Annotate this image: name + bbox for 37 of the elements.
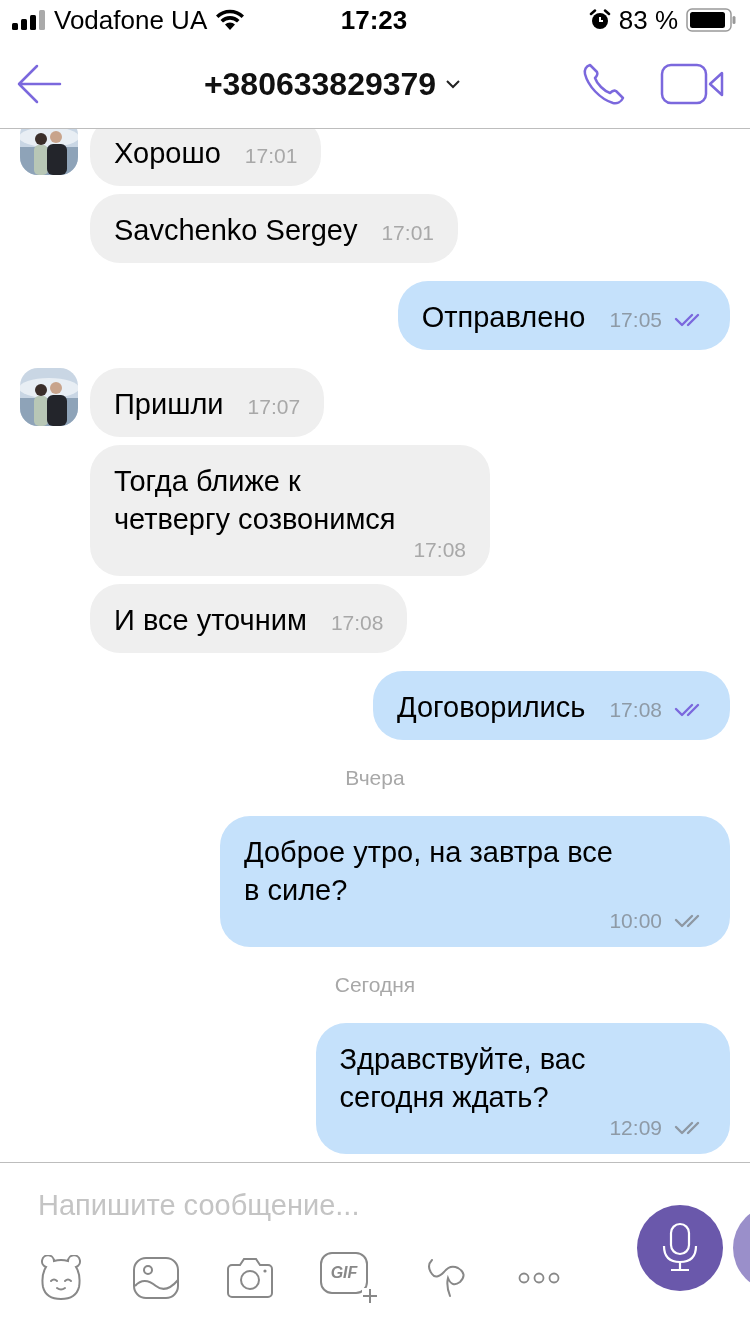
battery-percent: 83 %	[618, 4, 678, 36]
signal-icon	[12, 10, 46, 30]
message-time: 17:08	[330, 611, 384, 635]
message-text: Пришли	[114, 387, 224, 422]
message-text: Договорились	[397, 690, 586, 725]
phone-icon[interactable]	[582, 62, 626, 106]
wifi-icon	[215, 9, 246, 31]
microphone-icon	[660, 1222, 700, 1274]
message-text: Тогда ближе к четвергу созвонимся	[114, 464, 397, 537]
message-time: 17:08	[609, 698, 662, 722]
date-separator: Сегодня	[334, 973, 416, 997]
image-icon[interactable]	[132, 1256, 180, 1300]
battery-icon	[686, 8, 736, 32]
back-arrow-icon[interactable]	[16, 64, 62, 104]
alarm-icon	[588, 9, 611, 31]
date-separator: Вчера	[345, 766, 405, 790]
camera-icon[interactable]	[226, 1257, 274, 1299]
more-icon[interactable]	[518, 1272, 560, 1284]
message-text: Savchenko Sergey	[114, 213, 358, 248]
message-time: 17:01	[244, 144, 298, 168]
message-text: Здравствуйте, вас сегодня ждать?	[339, 1042, 587, 1115]
message-input[interactable]: Напишите сообщение...	[38, 1189, 630, 1222]
message-time: 17:07	[247, 395, 301, 419]
message-text: Доброе утро, на завтра все в силе?	[244, 835, 614, 908]
clock-time: 17:23	[340, 4, 408, 36]
message-text: Отправлено	[421, 300, 586, 335]
message-time: 17:08	[413, 538, 466, 562]
message-time: 10:00	[609, 909, 662, 933]
video-camera-icon[interactable]	[660, 63, 724, 105]
message-time: 12:09	[609, 1116, 662, 1140]
carrier-name: Vodafone UA	[54, 4, 208, 36]
message-text: И все уточним	[114, 603, 307, 638]
message-text: Хорошо	[114, 136, 221, 171]
contact-title[interactable]: +380633829379	[203, 65, 437, 103]
message-time: 17:01	[381, 221, 434, 245]
message-time: 17:05	[609, 308, 662, 332]
chevron-down-icon[interactable]	[446, 79, 461, 89]
